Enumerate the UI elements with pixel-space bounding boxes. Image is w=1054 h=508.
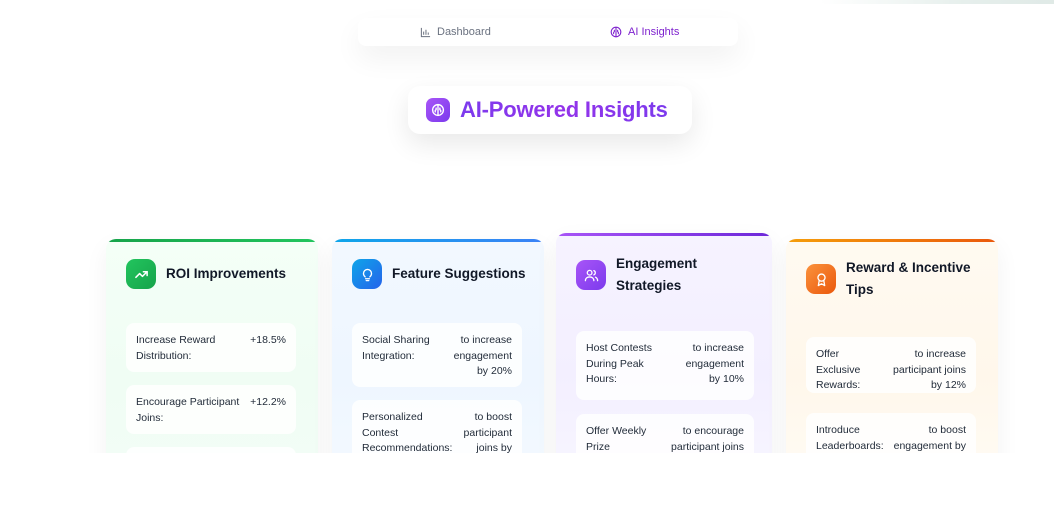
card-header: Feature Suggestions <box>352 259 530 289</box>
users-icon <box>576 260 606 290</box>
bar-chart-icon <box>420 27 431 38</box>
tab-ai-insights[interactable]: AI Insights <box>610 18 679 46</box>
tab-dashboard-label: Dashboard <box>437 26 491 38</box>
tab-bar: Dashboard AI Insights <box>358 18 738 46</box>
insight-value: +12.2% <box>250 396 286 408</box>
card-header: Reward & Incentive Tips <box>806 257 984 301</box>
insight-value: to boost participant joins by 15% <box>463 411 512 469</box>
top-decoration <box>820 0 1054 4</box>
viewport-bottom-area <box>0 453 1054 508</box>
tab-ai-insights-label: AI Insights <box>628 26 680 38</box>
card-accent-bar <box>332 239 544 242</box>
insight-item: Host Contests During Peak Hours: to incr… <box>576 331 754 400</box>
card-header: ROI Improvements <box>126 259 304 289</box>
tab-dashboard[interactable]: Dashboard <box>420 18 491 46</box>
insight-value: to increase engagement by 20% <box>453 334 512 377</box>
award-icon <box>806 264 836 294</box>
insight-item: Social Sharing Integration: to increase … <box>352 323 522 387</box>
feature-suggestions-card: Feature Suggestions Social Sharing Integ… <box>332 239 544 469</box>
card-accent-bar <box>556 233 772 236</box>
card-accent-bar <box>106 239 318 242</box>
card-title: ROI Improvements <box>166 266 287 281</box>
insight-label: Social Sharing Integration: <box>362 334 430 362</box>
insight-value: to increase participant joins by 12% <box>893 348 966 391</box>
insight-item: Offer Exclusive Rewards: to increase par… <box>806 337 976 393</box>
insight-value: to increase engagement by 10% <box>685 342 744 385</box>
insight-item: Increase Reward Distribution: +18.5% <box>126 323 296 372</box>
lightbulb-icon <box>352 259 382 289</box>
card-accent-bar <box>786 239 998 242</box>
trending-up-icon <box>126 259 156 289</box>
page-title: AI-Powered Insights <box>460 97 668 122</box>
page-header: AI-Powered Insights <box>408 86 692 134</box>
insight-value: +18.5% <box>250 334 286 346</box>
insight-label: Increase Reward Distribution: <box>136 334 216 362</box>
card-header: Engagement Strategies <box>576 253 758 297</box>
engagement-strategies-card: Engagement Strategies Host Contests Duri… <box>556 233 772 469</box>
insight-label: Offer Exclusive Rewards: <box>816 348 861 391</box>
card-title: Feature Suggestions <box>392 266 526 281</box>
insight-label: Personalized Contest Recommendations: <box>362 411 453 454</box>
roi-improvements-card: ROI Improvements Increase Reward Distrib… <box>106 239 318 469</box>
insight-item: Encourage Participant Joins: +12.2% <box>126 385 296 434</box>
insight-label: Encourage Participant Joins: <box>136 396 240 424</box>
card-title: Reward & Incentive Tips <box>846 260 971 297</box>
insight-label: Host Contests During Peak Hours: <box>586 342 652 385</box>
brain-icon <box>426 98 450 122</box>
card-title: Engagement Strategies <box>616 256 698 293</box>
brain-icon <box>610 26 622 38</box>
reward-incentive-tips-card: Reward & Incentive Tips Offer Exclusive … <box>786 239 998 469</box>
